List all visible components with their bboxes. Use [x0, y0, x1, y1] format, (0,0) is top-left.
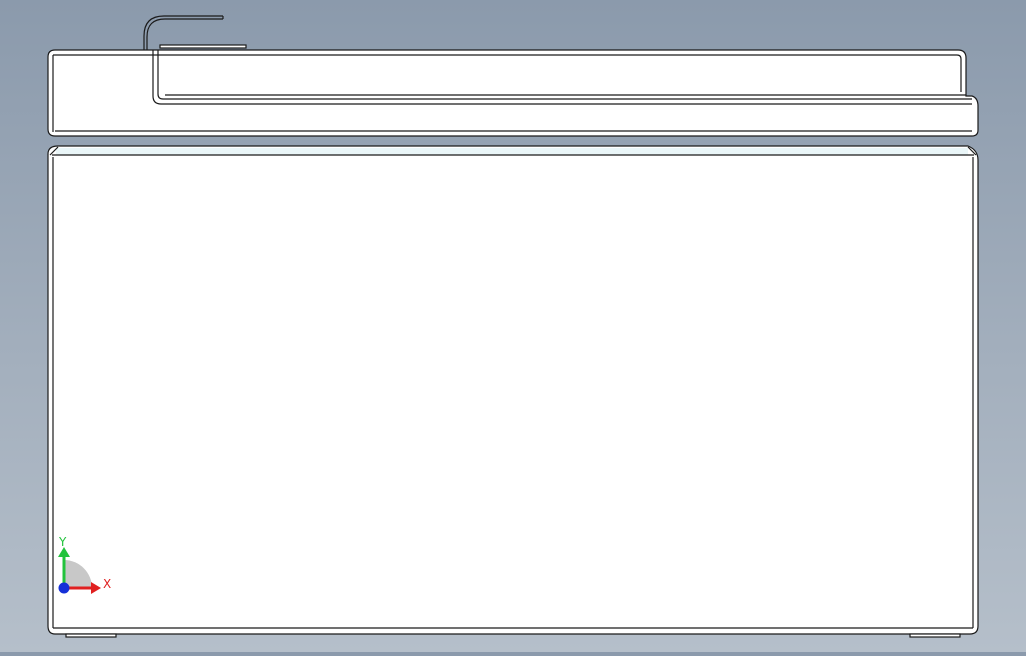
cad-graphics-viewport[interactable]: Y X: [0, 0, 1026, 652]
y-axis-label: Y: [58, 535, 67, 549]
z-axis-dot: [58, 582, 70, 594]
x-axis-label: X: [103, 577, 111, 591]
battery-lid[interactable]: [47, 49, 979, 137]
battery-model[interactable]: [47, 15, 979, 638]
battery-case[interactable]: [47, 145, 979, 635]
cad-model-view[interactable]: Y X: [0, 0, 1026, 652]
terminal-lead[interactable]: [143, 15, 247, 50]
